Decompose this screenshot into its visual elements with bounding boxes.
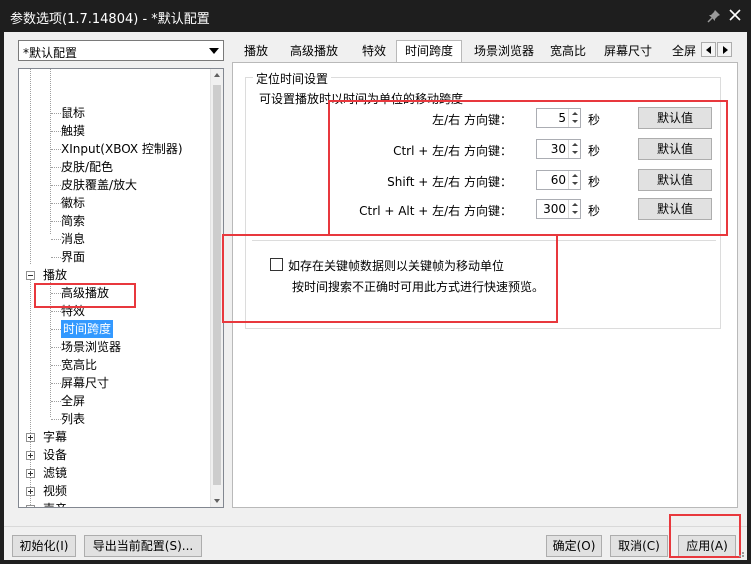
tree-item-scene-browser[interactable]: 场景浏览器 [61, 338, 121, 356]
scroll-thumb[interactable] [213, 85, 221, 485]
expand-icon[interactable] [26, 433, 35, 442]
profile-select-value: *默认配置 [23, 46, 78, 60]
chevron-down-icon [209, 48, 219, 54]
tree-connector [30, 69, 31, 264]
pin-icon[interactable] [707, 9, 721, 23]
tree-item-skin[interactable]: 皮肤/配色 [61, 158, 113, 176]
window-title: 参数选项(1.7.14804) - *默认配置 [10, 12, 210, 27]
tab-scroll-left-icon[interactable] [701, 42, 716, 57]
expand-icon[interactable] [26, 487, 35, 496]
tab-aspect-ratio[interactable]: 宽高比 [542, 42, 594, 62]
preferences-window: 参数选项(1.7.14804) - *默认配置 *默认配置 鼠标 触摸 XInp… [0, 0, 751, 564]
tree-item-aspect-ratio[interactable]: 宽高比 [61, 356, 97, 374]
tree-item-devices[interactable]: 设备 [43, 446, 67, 464]
scroll-down-icon[interactable] [214, 499, 220, 503]
cancel-button[interactable]: 取消(C) [610, 535, 668, 557]
dialog-client-area: *默认配置 鼠标 触摸 XInput(XBOX 控制器) 皮肤/配色 皮肤覆盖/… [4, 32, 747, 560]
tree-item-time-span[interactable]: 时间跨度 [61, 320, 114, 338]
title-bar[interactable]: 参数选项(1.7.14804) - *默认配置 [0, 0, 751, 32]
profile-select[interactable]: *默认配置 [18, 40, 224, 61]
expand-icon[interactable] [26, 505, 35, 507]
initialize-button[interactable]: 初始化(I) [12, 535, 76, 557]
resize-grip-icon[interactable] [735, 548, 745, 558]
tree-item-logo[interactable]: 徽标 [61, 194, 85, 212]
highlight-box-tree-selection [34, 283, 136, 308]
tree-item-audio[interactable]: 声音 [43, 500, 67, 507]
highlight-box-apply [669, 514, 741, 558]
tree-item-list[interactable]: 列表 [61, 410, 85, 428]
tab-fullscreen[interactable]: 全屏 [664, 42, 704, 62]
tree-item-video[interactable]: 视频 [43, 482, 67, 500]
tree-item-subtitles[interactable]: 字幕 [43, 428, 67, 446]
tab-time-span[interactable]: 时间跨度 [396, 40, 463, 63]
footer-divider [4, 526, 747, 527]
highlight-box-keyframe-option [222, 234, 558, 323]
tab-scene-browser[interactable]: 场景浏览器 [466, 42, 542, 62]
tab-strip: 播放 高级播放 特效 时间跨度 场景浏览器 宽高比 屏幕尺寸 全屏 [236, 40, 718, 63]
tree-item-simple-search[interactable]: 简索 [61, 212, 85, 230]
tree-item-interface[interactable]: 界面 [61, 248, 85, 266]
tree-item-filters[interactable]: 滤镜 [43, 464, 67, 482]
tree-item-screen-size[interactable]: 屏幕尺寸 [61, 374, 109, 392]
expand-icon[interactable] [26, 451, 35, 460]
tree-item-playback[interactable]: 播放 [43, 266, 67, 284]
highlight-box-seek-settings [328, 100, 728, 236]
expand-icon[interactable] [26, 469, 35, 478]
tab-advanced-playback[interactable]: 高级播放 [282, 42, 346, 62]
scroll-up-icon[interactable] [214, 73, 220, 77]
export-config-button[interactable]: 导出当前配置(S)... [84, 535, 202, 557]
group-title: 定位时间设置 [253, 70, 332, 87]
close-icon[interactable] [727, 7, 743, 23]
tree-item-fullscreen[interactable]: 全屏 [61, 392, 85, 410]
tab-scroll-right-icon[interactable] [717, 42, 732, 57]
tree-item-mouse[interactable]: 鼠标 [61, 104, 85, 122]
tree-item-xinput[interactable]: XInput(XBOX 控制器) [61, 140, 183, 158]
tab-effects[interactable]: 特效 [354, 42, 394, 62]
tab-screen-size[interactable]: 屏幕尺寸 [596, 42, 660, 62]
tab-playback[interactable]: 播放 [236, 42, 276, 62]
tree-item-touch[interactable]: 触摸 [61, 122, 85, 140]
tree-connector [50, 69, 51, 234]
tree-item-messages[interactable]: 消息 [61, 230, 85, 248]
ok-button[interactable]: 确定(O) [546, 535, 602, 557]
tree-item-skin-overlay[interactable]: 皮肤覆盖/放大 [61, 176, 137, 194]
collapse-icon[interactable] [26, 271, 35, 280]
